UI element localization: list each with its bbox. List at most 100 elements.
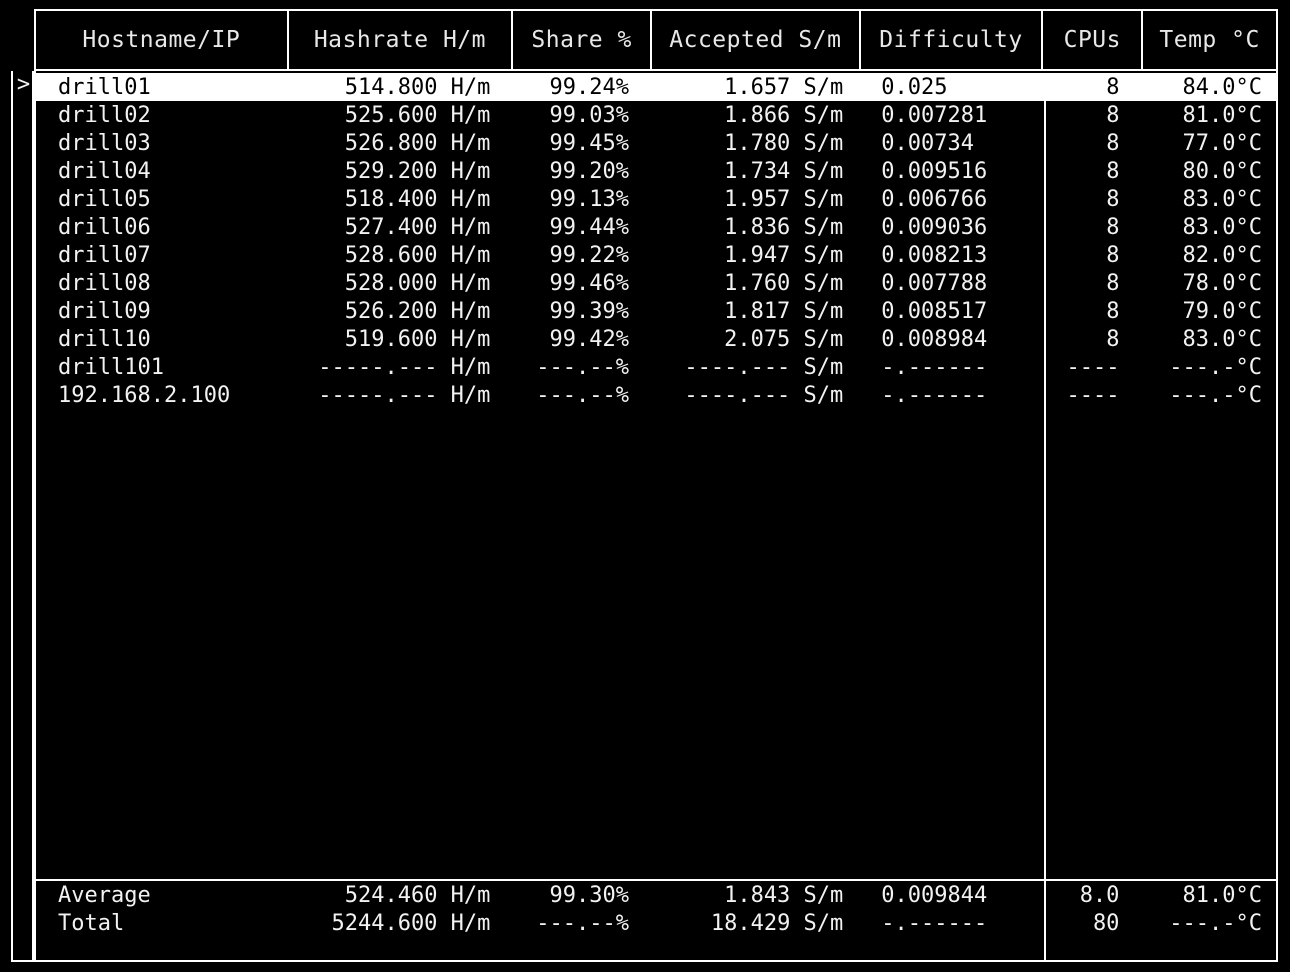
cell-host: drill04 (58, 158, 151, 184)
cell-host: 192.168.2.100 (58, 382, 231, 408)
cell-temp: 83.0°C (1182, 186, 1262, 212)
column-header-cpus[interactable]: CPUs (1041, 9, 1144, 71)
table-summary: Average 524.460 H/m 99.30% 1.843 S/m 0.00984… (36, 881, 1276, 960)
cursor-layer: > (13, 71, 34, 877)
table-body[interactable]: drill01 514.800 H/m 99.24% 1.657 S/m 0.025 8 8… (36, 73, 1276, 879)
cell-share: 99.42% (549, 326, 629, 352)
cell-host: drill10 (58, 326, 151, 352)
cell-cpus: 8 (1106, 102, 1120, 128)
cell-acc: 18.429 S/m (710, 910, 844, 936)
cell-share: 99.22% (549, 242, 629, 268)
cell-hash: 5244.600 H/m (331, 910, 491, 936)
cell-share: 99.03% (549, 102, 629, 128)
column-header-hash[interactable]: Hashrate H/m (286, 9, 514, 71)
cell-host: Total (58, 910, 125, 936)
cell-share: ---.--% (536, 354, 629, 380)
cell-acc: 1.843 S/m (724, 882, 844, 908)
table-row[interactable]: drill09 526.200 H/m 99.39% 1.817 S/m 0.00851… (36, 297, 1276, 325)
table-row[interactable]: drill08 528.000 H/m 99.46% 1.760 S/m 0.00778… (36, 269, 1276, 297)
column-header-share[interactable]: Share % (511, 9, 653, 71)
cell-diff: 0.008984 (881, 326, 988, 352)
cell-temp: 83.0°C (1182, 214, 1262, 240)
cell-acc: 1.866 S/m (724, 102, 844, 128)
cell-diff: 0.009036 (881, 214, 988, 240)
column-header-temp[interactable]: Temp °C (1141, 9, 1278, 71)
cell-share: 99.20% (549, 158, 629, 184)
cell-hash: 514.800 H/m (344, 74, 491, 100)
cell-acc: 1.817 S/m (724, 298, 844, 324)
cell-diff: -.------ (881, 382, 988, 408)
cell-diff: 0.007281 (881, 102, 988, 128)
cell-cpus: 8 (1106, 214, 1120, 240)
cell-hash: -----.--- H/m (318, 382, 491, 408)
cell-temp: 82.0°C (1182, 242, 1262, 268)
table-row[interactable]: drill01 514.800 H/m 99.24% 1.657 S/m 0.025 8 8… (36, 73, 1276, 101)
cell-cpus: 8 (1106, 326, 1120, 352)
cell-host: Average (58, 882, 151, 908)
table-area: drill01 514.800 H/m 99.24% 1.657 S/m 0.025 8 8… (34, 11, 1276, 960)
table-row[interactable]: drill03 526.800 H/m 99.45% 1.780 S/m 0.00734… (36, 129, 1276, 157)
column-header-diff[interactable]: Difficulty (858, 9, 1044, 71)
cell-diff: 0.008517 (881, 298, 988, 324)
cell-temp: ---.-°C (1169, 910, 1262, 936)
table-row[interactable]: drill02 525.600 H/m 99.03% 1.866 S/m 0.00728… (36, 101, 1276, 129)
table-row[interactable]: 192.168.2.100 -----.--- H/m ---.--% ----.--… (36, 381, 1276, 409)
cell-host: drill08 (58, 270, 151, 296)
cell-temp: 81.0°C (1182, 882, 1262, 908)
cell-diff: 0.00734 (881, 130, 975, 156)
cell-acc: 1.836 S/m (724, 214, 844, 240)
cell-cpus: 80 (1092, 910, 1120, 936)
column-header-acc[interactable]: Accepted S/m (650, 9, 861, 71)
cell-share: 99.24% (549, 74, 629, 100)
cell-share: 99.39% (549, 298, 629, 324)
cell-acc: 2.075 S/m (724, 326, 844, 352)
cell-cpus: 8 (1106, 186, 1120, 212)
cell-temp: 83.0°C (1182, 326, 1262, 352)
table-row[interactable]: drill04 529.200 H/m 99.20% 1.734 S/m 0.00951… (36, 157, 1276, 185)
miner-dashboard-frame: drill01 514.800 H/m 99.24% 1.657 S/m 0.025 8 8… (11, 9, 1278, 962)
table-row[interactable]: drill101 -----.--- H/m ---.--% ----.--- S/m… (36, 353, 1276, 381)
cell-temp: ---.-°C (1169, 354, 1262, 380)
cell-temp: 79.0°C (1182, 298, 1262, 324)
cell-cpus: 8 (1106, 270, 1120, 296)
table-row[interactable]: drill07 528.600 H/m 99.22% 1.947 S/m 0.00821… (36, 241, 1276, 269)
cell-diff: -.------ (881, 910, 988, 936)
cell-diff: 0.006766 (881, 186, 988, 212)
cell-acc: ----.--- S/m (684, 382, 844, 408)
cell-share: 99.13% (549, 186, 629, 212)
cell-cpus: 8 (1106, 242, 1120, 268)
cell-host: drill05 (58, 186, 151, 212)
summary-column-divider-difficulty-cpus (1044, 881, 1046, 960)
cell-hash: 528.600 H/m (344, 242, 491, 268)
cell-cpus: 8 (1106, 130, 1120, 156)
cell-diff: 0.009516 (881, 158, 988, 184)
cell-diff: 0.025 (881, 74, 948, 100)
cell-hash: 529.200 H/m (344, 158, 491, 184)
cell-hash: 519.600 H/m (344, 326, 491, 352)
cell-hash: 526.800 H/m (344, 130, 491, 156)
cell-hash: 525.600 H/m (344, 102, 491, 128)
gutter-header-mask (11, 9, 36, 71)
cell-acc: 1.734 S/m (724, 158, 844, 184)
cell-share: 99.46% (549, 270, 629, 296)
table-row[interactable]: drill05 518.400 H/m 99.13% 1.957 S/m 0.00676… (36, 185, 1276, 213)
cell-diff: -.------ (881, 354, 988, 380)
cell-hash: 518.400 H/m (344, 186, 491, 212)
table-row[interactable]: drill06 527.400 H/m 99.44% 1.836 S/m 0.00903… (36, 213, 1276, 241)
cell-diff: 0.009844 (881, 882, 988, 908)
cell-cpus: 8 (1106, 298, 1120, 324)
column-header-host[interactable]: Hostname/IP (34, 9, 289, 71)
cell-diff: 0.008213 (881, 242, 988, 268)
cell-share: 99.45% (549, 130, 629, 156)
cell-diff: 0.007788 (881, 270, 988, 296)
cell-cpus: 8 (1106, 74, 1120, 100)
cell-temp: 81.0°C (1182, 102, 1262, 128)
cell-hash: -----.--- H/m (318, 354, 491, 380)
cell-host: drill06 (58, 214, 151, 240)
cell-host: drill07 (58, 242, 151, 268)
cell-cpus: ---- (1066, 354, 1120, 380)
cell-acc: ----.--- S/m (684, 354, 844, 380)
cell-host: drill03 (58, 130, 151, 156)
cell-host: drill09 (58, 298, 151, 324)
table-row[interactable]: drill10 519.600 H/m 99.42% 2.075 S/m 0.00898… (36, 325, 1276, 353)
